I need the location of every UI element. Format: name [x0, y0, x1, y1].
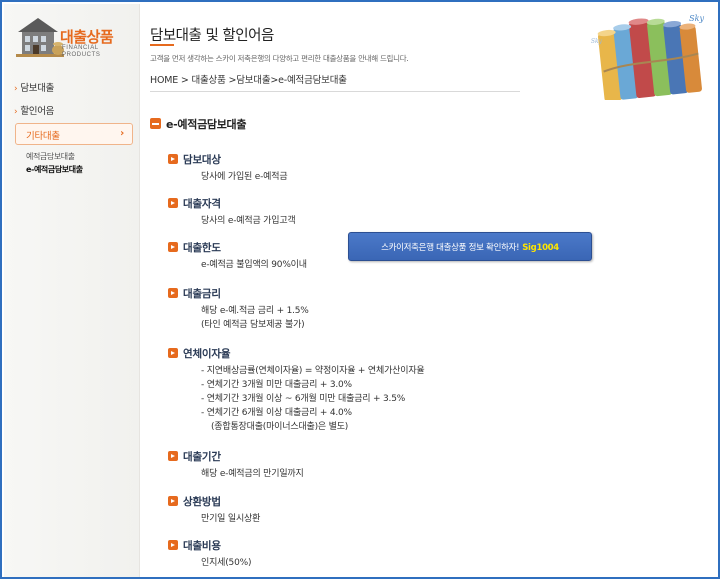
- arrow-bullet-icon: [168, 540, 178, 550]
- item-body: 당사의 e-예적금 가입고객: [201, 214, 688, 228]
- logo-title: 대출상품: [60, 28, 114, 46]
- sidebar-item-discount-bill[interactable]: › 할인어음: [14, 103, 54, 117]
- item-heading-text: 상환방법: [183, 496, 221, 508]
- item-heading: 담보대상: [168, 152, 688, 166]
- breadcrumb-current-path[interactable]: >담보대출>e-예적금담보대출: [228, 75, 347, 86]
- item-heading-text: 연체이자율: [183, 348, 231, 360]
- sky-label: Sky: [689, 14, 704, 23]
- list-item: 대출비용 인지세(50%): [168, 538, 688, 570]
- item-line: 당사에 가입된 e-예적금: [201, 172, 288, 182]
- arrow-bullet-icon: [168, 288, 178, 298]
- item-body: 만기일 일시상환: [201, 512, 688, 526]
- item-body: - 지연배상금률(연체이자율) = 약정이자율 + 연체가산이자율 - 연체기간…: [201, 364, 688, 434]
- chevron-right-icon: ›: [14, 84, 18, 94]
- sidebar-subitem-deposit-loan[interactable]: 예적금담보대출: [26, 151, 75, 162]
- item-line: 만기일 일시상환: [201, 514, 261, 524]
- breadcrumb-separator: >: [180, 75, 189, 86]
- item-heading: 대출기간: [168, 449, 688, 463]
- section-title-text: e-예적금담보대출: [166, 118, 247, 131]
- item-heading-text: 대출금리: [183, 288, 221, 300]
- item-body: 인지세(50%): [201, 556, 688, 570]
- arrow-bullet-icon: [168, 198, 178, 208]
- sidebar-item-label: 기타대출: [26, 131, 60, 142]
- item-heading: 대출비용: [168, 538, 688, 552]
- sky-label: Sky: [590, 38, 602, 45]
- list-item: 담보대상 당사에 가입된 e-예적금: [168, 152, 688, 184]
- sidebar-subitem-e-deposit-loan[interactable]: e-예적금담보대출: [26, 164, 83, 175]
- sidebar-item-label: 할인어음: [20, 106, 55, 117]
- item-heading-text: 담보대상: [183, 154, 221, 166]
- item-line: - 지연배상금률(연체이자율) = 약정이자율 + 연체가산이자율: [201, 366, 425, 376]
- item-heading-text: 대출한도: [183, 242, 221, 254]
- item-body: 당사에 가입된 e-예적금: [201, 170, 688, 184]
- list-item: 대출기간 해당 e-예적금의 만기일까지: [168, 449, 688, 481]
- list-item: 연체이자율 - 지연배상금률(연체이자율) = 약정이자율 + 연체가산이자율 …: [168, 346, 688, 434]
- breadcrumb-home[interactable]: HOME: [150, 75, 178, 86]
- building-icon: [16, 18, 64, 57]
- banner-text: 스카이저축은행 대출상품 정보 확인하자!: [381, 243, 520, 253]
- item-heading: 대출자격: [168, 196, 688, 210]
- item-line: - 연체기간 3개월 미만 대출금리 + 3.0%: [201, 380, 352, 390]
- banner-tag: Sig1004: [522, 243, 559, 253]
- window-frame: 대출상품 FINANCIAL PRODUCTS › 담보대출 › 할인어음 기타대출…: [0, 0, 720, 579]
- section-title: e-예적금담보대출: [150, 116, 246, 132]
- sidebar-item-label: 담보대출: [20, 83, 55, 94]
- arrow-bullet-icon: [168, 242, 178, 252]
- item-heading-text: 대출자격: [183, 198, 221, 210]
- item-line: - 연체기간 6개월 이상 대출금리 + 4.0%: [201, 408, 352, 418]
- page-description: 고객을 먼저 생각하는 스카이 저축은행의 다양하고 편리한 대출상품을 안내해…: [150, 54, 409, 63]
- sidebar-item-other-loan[interactable]: 기타대출 ›: [15, 123, 133, 145]
- item-line: 당사의 e-예적금 가입고객: [201, 216, 296, 226]
- logo-subtitle: FINANCIAL PRODUCTS: [62, 45, 101, 58]
- item-body: 해당 e-예.적금 금리 + 1.5% (타인 예적금 담보제공 불가): [201, 304, 688, 332]
- item-line: 해당 e-예.적금 금리 + 1.5%: [201, 306, 309, 316]
- item-heading: 대출금리: [168, 286, 688, 300]
- item-line: 해당 e-예적금의 만기일까지: [201, 469, 304, 479]
- chevron-right-icon: ›: [120, 128, 124, 139]
- sidebar: 대출상품 FINANCIAL PRODUCTS › 담보대출 › 할인어음 기타대출…: [4, 4, 140, 577]
- title-underline: [150, 44, 174, 46]
- arrow-bullet-icon: [168, 154, 178, 164]
- arrow-bullet-icon: [168, 348, 178, 358]
- item-body: 해당 e-예적금의 만기일까지: [201, 467, 688, 481]
- main-content: e-예적금담보대출 담보대상 당사에 가입된 e-예적금 대출자격 당사의 e-…: [142, 106, 718, 577]
- item-heading-text: 대출기간: [183, 451, 221, 463]
- divider: [150, 91, 520, 92]
- item-line: 인지세(50%): [201, 558, 252, 568]
- item-heading: 상환방법: [168, 494, 688, 508]
- arrow-bullet-icon: [168, 496, 178, 506]
- arrow-bullet-icon: [168, 451, 178, 461]
- item-line: (타인 예적금 담보제공 불가): [201, 320, 305, 330]
- page-header: 담보대출 및 할인어음 고객을 먼저 생각하는 스카이 저축은행의 다양하고 편…: [140, 4, 718, 100]
- chevron-right-icon: ›: [14, 107, 18, 117]
- minus-box-icon: [150, 118, 161, 129]
- item-heading-text: 대출비용: [183, 540, 221, 552]
- breadcrumb-loan-products[interactable]: 대출상품: [191, 75, 225, 86]
- page-title: 담보대출 및 할인어음: [150, 28, 274, 44]
- info-banner[interactable]: 스카이저축은행 대출상품 정보 확인하자! Sig1004: [348, 232, 592, 261]
- breadcrumb: HOME > 대출상품 >담보대출>e-예적금담보대출: [150, 72, 347, 86]
- item-line: (종합통장대출(마이너스대출)은 별도): [211, 422, 349, 432]
- item-heading: 연체이자율: [168, 346, 688, 360]
- list-item: 상환방법 만기일 일시상환: [168, 494, 688, 526]
- item-line: - 연체기간 3개월 이상 ~ 6개월 미만 대출금리 + 3.5%: [201, 394, 406, 404]
- logo: 대출상품 FINANCIAL PRODUCTS: [14, 12, 136, 68]
- sidebar-item-secured-loan[interactable]: › 담보대출: [14, 80, 54, 94]
- list-item: 대출자격 당사의 e-예적금 가입고객: [168, 196, 688, 228]
- list-item: 대출금리 해당 e-예.적금 금리 + 1.5% (타인 예적금 담보제공 불가…: [168, 286, 688, 332]
